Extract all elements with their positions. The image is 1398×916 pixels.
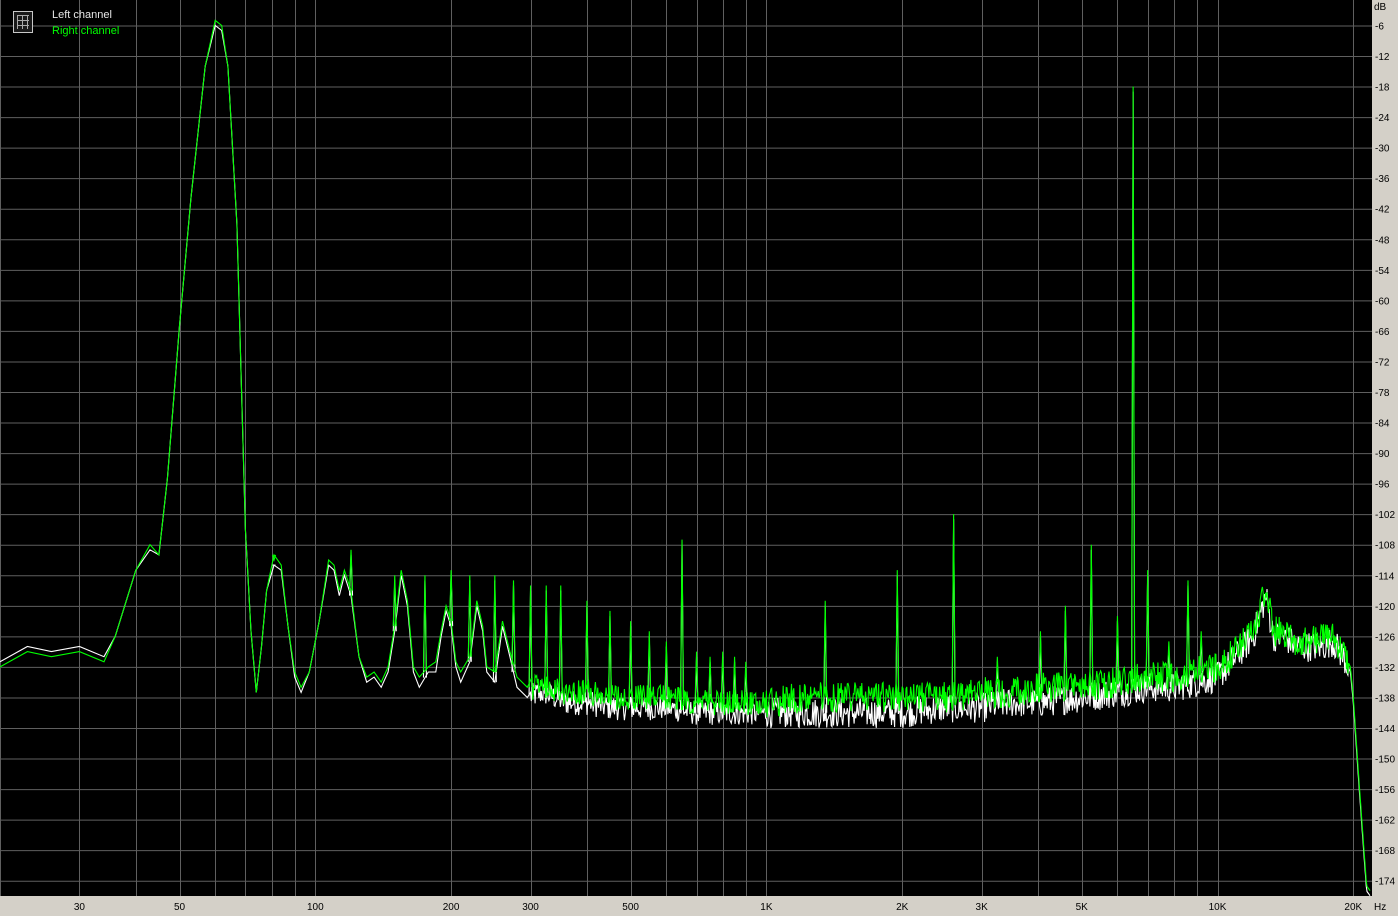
y-tick-label: -102 — [1375, 510, 1395, 521]
y-tick-label: -24 — [1375, 113, 1390, 124]
y-tick-label: -60 — [1375, 296, 1390, 307]
x-tick-label: 300 — [522, 902, 539, 913]
legend-right-channel: Right channel — [52, 25, 120, 37]
y-tick-label: -156 — [1375, 785, 1395, 796]
y-tick-label: -138 — [1375, 693, 1395, 704]
y-tick-label: -30 — [1375, 144, 1390, 155]
x-tick-label: 5K — [1076, 902, 1089, 913]
y-tick-label: -54 — [1375, 266, 1390, 277]
y-tick-label: -36 — [1375, 174, 1390, 185]
y-tick-label: -48 — [1375, 235, 1390, 246]
y-tick-label: -162 — [1375, 816, 1395, 827]
y-tick-label: -84 — [1375, 419, 1390, 430]
x-tick-label: 500 — [622, 902, 639, 913]
y-tick-label: -174 — [1375, 877, 1395, 888]
y-tick-label: -66 — [1375, 327, 1390, 338]
y-tick-label: -126 — [1375, 632, 1395, 643]
x-tick-label: 100 — [307, 902, 324, 913]
y-tick-label: -18 — [1375, 83, 1390, 94]
y-tick-label: -120 — [1375, 602, 1395, 613]
y-tick-label: -108 — [1375, 541, 1395, 552]
x-tick-label: 200 — [443, 902, 460, 913]
plot-background — [0, 0, 1372, 896]
x-axis-panel — [0, 896, 1398, 916]
y-tick-label: -78 — [1375, 388, 1390, 399]
x-tick-label: 10K — [1209, 902, 1227, 913]
spectrum-chart: -6 -12 -18 -24 -30 -36 -42 -48 -54 -60 -66 -72 -78 -8… — [0, 0, 1398, 916]
y-tick-label: -132 — [1375, 663, 1395, 674]
y-tick-label: -144 — [1375, 724, 1395, 735]
y-tick-label: -114 — [1375, 571, 1395, 582]
x-tick-label: 2K — [896, 902, 909, 913]
grid-icon[interactable] — [13, 11, 33, 33]
y-tick-label: -72 — [1375, 357, 1390, 368]
x-tick-label: 30 — [74, 902, 86, 913]
x-tick-label: 20K — [1344, 902, 1362, 913]
legend: Left channel Right channel — [11, 9, 131, 37]
y-tick-label: -168 — [1375, 846, 1395, 857]
y-tick-label: -90 — [1375, 449, 1390, 460]
y-tick-label: -150 — [1375, 755, 1395, 766]
x-tick-label: 3K — [976, 902, 989, 913]
y-tick-label: -12 — [1375, 52, 1390, 63]
x-tick-label: 1K — [760, 902, 773, 913]
y-axis-unit-label: dB — [1374, 2, 1387, 13]
x-tick-label: 50 — [174, 902, 186, 913]
y-tick-label: -96 — [1375, 480, 1390, 491]
y-tick-label: -42 — [1375, 205, 1390, 216]
y-tick-label: -6 — [1375, 21, 1384, 32]
x-axis-unit-label: Hz — [1374, 902, 1386, 913]
legend-left-channel: Left channel — [52, 9, 112, 21]
